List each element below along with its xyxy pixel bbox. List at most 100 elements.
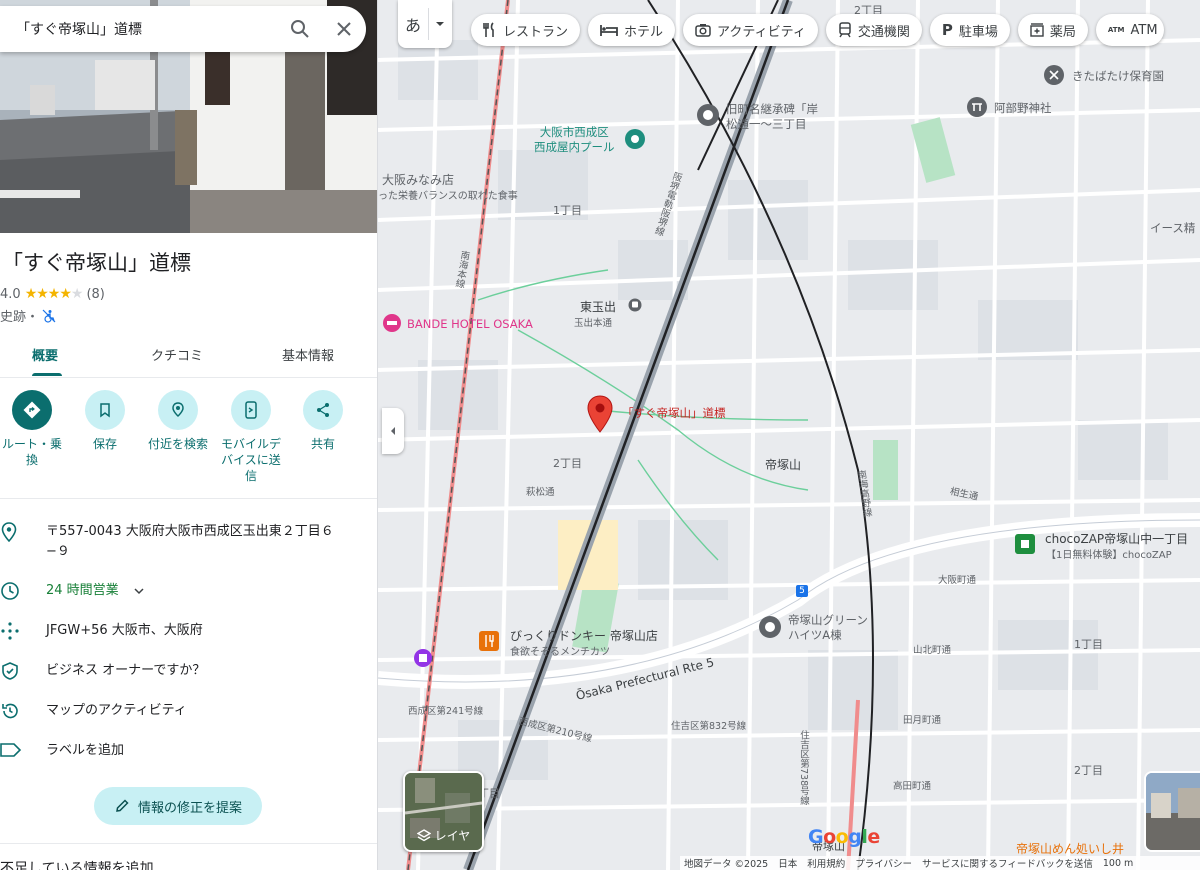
chip-hotel[interactable]: ホテル — [588, 14, 676, 46]
country-link[interactable]: 日本 — [778, 856, 797, 870]
nearby-label: 付近を検索 — [147, 437, 208, 451]
tab-overview[interactable]: 概要 — [32, 332, 62, 376]
send-to-phone-button[interactable]: モバイルデバイスに送信 — [216, 390, 286, 484]
poi-green-heights-label[interactable]: 帝塚山グリーン ハイツA棟 — [788, 613, 868, 643]
plus-code-row[interactable]: JFGW+56 大阪市、大阪府 — [0, 621, 377, 641]
chip-transit[interactable]: 交通機関 — [825, 14, 922, 46]
chip-label: レストラン — [503, 24, 569, 40]
street-view-thumbnail[interactable] — [1144, 771, 1200, 852]
chip-label: アクティビティ — [717, 24, 806, 40]
selected-place-marker[interactable] — [587, 395, 613, 433]
shrine-poi-icon[interactable] — [966, 96, 988, 118]
poi-pool-label[interactable]: 大阪市西成区 西成屋内プール — [534, 125, 615, 155]
map-canvas[interactable]: 「すぐ帝塚山」道標 大阪市西成区 西成屋内プール 旧町名継承碑「岸 松通一～三丁… — [378, 0, 1200, 870]
layers-icon — [416, 828, 431, 841]
poi-kindergarten-label[interactable]: きたばたけ保育園 — [1072, 68, 1164, 84]
verified-shield-icon — [2, 662, 18, 680]
category-row: 史跡・ — [0, 306, 56, 325]
camera-icon — [695, 24, 711, 37]
area-label: 2丁目 — [553, 457, 582, 470]
suggest-edit-label: 情報の修正を提案 — [137, 800, 242, 816]
caret-down-icon[interactable] — [429, 19, 451, 29]
directions-button[interactable]: ルート・乗換 — [0, 390, 67, 468]
poi-hotel-label[interactable]: BANDE HOTEL OSAKA — [407, 317, 533, 331]
search-box[interactable]: 「すぐ帝塚山」道標 — [0, 6, 366, 52]
poi-choco-label[interactable]: chocoZAP帝塚山中一丁目 — [1045, 530, 1188, 547]
divider — [0, 498, 377, 499]
area-label: 2丁目 — [1074, 764, 1103, 777]
poi-shrine-label[interactable]: 阿部野神社 — [994, 100, 1052, 116]
tab-reviews[interactable]: クチコミ — [151, 332, 203, 376]
poi-donkey-label[interactable]: びっくりドンキー 帝塚山店 — [510, 627, 658, 644]
close-search-button[interactable] — [322, 7, 366, 51]
chevron-down-icon[interactable] — [133, 587, 145, 595]
nearby-search-button[interactable]: 付近を検索 — [143, 390, 213, 452]
layers-button[interactable]: レイヤ — [403, 771, 484, 852]
scale-label[interactable]: 100 m — [1103, 858, 1133, 869]
station-label[interactable]: 東玉出 — [580, 298, 616, 315]
chip-activity[interactable]: アクティビティ — [683, 14, 818, 46]
terms-link[interactable]: 利用規約 — [807, 856, 845, 870]
add-missing-info[interactable]: 不足している情報を追加 — [0, 858, 154, 870]
label-row[interactable]: ラベルを追加 — [0, 741, 377, 761]
ime-toggle[interactable]: あ — [398, 0, 452, 48]
poi-menjiro-label[interactable]: 帝塚山めん処いし井 — [1016, 840, 1124, 857]
chip-parking[interactable]: P 駐車場 — [929, 14, 1010, 46]
owner-row[interactable]: ビジネス オーナーですか？ — [0, 661, 377, 681]
tram-stop-icon[interactable] — [628, 298, 642, 312]
area-label: 1丁目 — [1074, 638, 1103, 651]
owner-text: ビジネス オーナーですか？ — [46, 663, 206, 678]
area-label: 1丁目 — [553, 204, 582, 217]
station-sub-label: 玉出本通 — [574, 318, 613, 329]
poi-monument-label[interactable]: 旧町名継承碑「岸 松通一～三丁目 — [726, 102, 818, 132]
purple-poi-icon[interactable] — [413, 648, 433, 668]
share-label: 共有 — [310, 437, 335, 451]
hours-text: 24 時間営業 — [46, 583, 119, 598]
gym-poi-icon[interactable] — [1014, 533, 1036, 555]
suggest-edit-button[interactable]: 情報の修正を提案 — [94, 787, 262, 825]
privacy-link[interactable]: プライバシー — [855, 856, 912, 870]
selected-marker-label[interactable]: 「すぐ帝塚山」道標 — [622, 405, 726, 421]
hours-row[interactable]: 24 時間営業 — [0, 581, 377, 601]
road-label: 田月町通 — [903, 715, 942, 726]
chip-restaurant[interactable]: レストラン — [471, 14, 581, 46]
chip-label: 交通機関 — [857, 24, 910, 40]
activity-text: マップのアクティビティ — [46, 703, 187, 718]
address-row[interactable]: 〒557-0043 大阪府大阪市西成区玉出東２丁目６−９ — [0, 522, 377, 562]
share-icon — [317, 403, 329, 417]
not-accessible-icon — [42, 309, 56, 323]
hotel-poi-icon[interactable] — [382, 313, 402, 333]
search-input[interactable]: 「すぐ帝塚山」道標 — [0, 19, 278, 39]
kindergarten-poi-icon[interactable] — [1043, 64, 1065, 86]
send-to-phone-icon — [245, 401, 257, 419]
activity-row[interactable]: マップのアクティビティ — [0, 701, 377, 721]
label-icon — [0, 743, 22, 757]
rating-row[interactable]: 4.0 ★★★★★ (8) — [0, 286, 105, 302]
fork-knife-icon — [483, 22, 494, 37]
chip-pharmacy[interactable]: 薬局 — [1017, 14, 1088, 46]
chip-atm[interactable]: ATM ATM — [1095, 14, 1164, 46]
poi-restaurant-label[interactable]: 大阪みなみ店 — [382, 171, 454, 188]
category-chips: レストラン ホテル アクティビティ 交通機関 P 駐車場 薬局 ATM ATM — [471, 14, 1164, 46]
search-button[interactable] — [278, 7, 322, 51]
pool-poi-icon[interactable] — [624, 128, 646, 150]
share-button[interactable]: 共有 — [288, 390, 358, 452]
monument-poi-icon[interactable] — [696, 103, 720, 127]
place-tabs: 概要 クチコミ 基本情報 — [0, 332, 377, 378]
restaurant-poi-icon[interactable] — [478, 630, 500, 652]
tab-about[interactable]: 基本情報 — [282, 332, 334, 376]
collapse-panel-button[interactable] — [382, 408, 404, 454]
divider — [0, 843, 377, 844]
review-count[interactable]: (8) — [86, 287, 104, 302]
feedback-link[interactable]: サービスに関するフィードバックを送信 — [922, 856, 1093, 870]
save-button[interactable]: 保存 — [70, 390, 140, 452]
road-label: 萩松通 — [526, 487, 555, 498]
chip-label: ホテル — [624, 24, 664, 40]
save-label: 保存 — [92, 437, 117, 451]
poi-ise-label[interactable]: イース精 — [1150, 220, 1195, 236]
route-shield: 5 — [796, 585, 808, 597]
chip-label: 薬局 — [1049, 24, 1076, 40]
building-poi-icon[interactable] — [758, 615, 782, 639]
poi-restaurant-sub: った栄養バランスの取れた食事 — [378, 191, 518, 202]
action-buttons: ルート・乗換 保存 付近を検索 モバイルデバイスに送信 共有 — [0, 390, 377, 490]
